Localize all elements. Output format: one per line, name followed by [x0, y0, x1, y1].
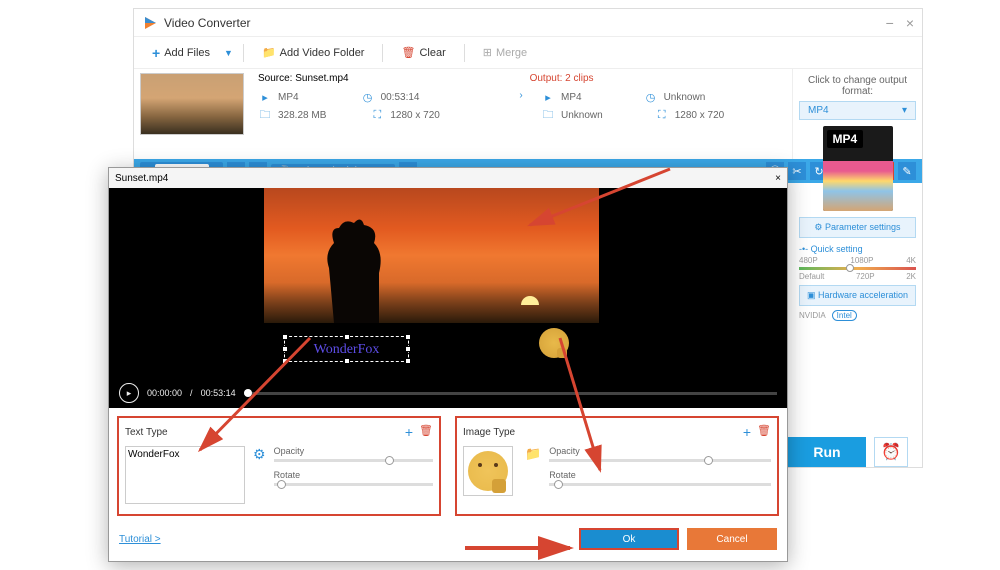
- quick-setting-label: -•- Quick setting: [799, 244, 916, 254]
- playback-controls: ▸ 00:00:00 / 00:53:14: [109, 378, 787, 408]
- nvidia-label: NVIDIA: [799, 311, 826, 320]
- separator-icon: ›: [511, 90, 531, 126]
- output-panel: Click to change output format: MP4▾ MP4 …: [792, 69, 922, 159]
- dropdown-arrow-icon[interactable]: ▼: [224, 48, 233, 58]
- hardware-accel-button[interactable]: ▣ Hardware acceleration: [799, 285, 916, 306]
- delete-text-button[interactable]: 🗑: [419, 424, 433, 440]
- text-type-label: Text Type: [125, 427, 168, 438]
- image-type-label: Image Type: [463, 427, 515, 438]
- merge-button[interactable]: ⊞Merge: [475, 42, 535, 63]
- output-duration: Unknown: [664, 92, 706, 103]
- rotate-label: Rotate: [274, 470, 301, 480]
- add-image-button[interactable]: +: [743, 424, 751, 440]
- text-settings-icon[interactable]: ⚙: [253, 446, 266, 504]
- cut-button[interactable]: ✂: [788, 162, 806, 180]
- play-button[interactable]: ▸: [119, 383, 139, 403]
- image-opacity-slider[interactable]: [549, 459, 771, 462]
- browse-image-button[interactable]: 📁: [525, 446, 541, 496]
- tutorial-link[interactable]: Tutorial >: [119, 534, 161, 545]
- output-size: Unknown: [561, 110, 603, 121]
- main-toolbar: +Add Files ▼ 📁Add Video Folder 🗑Clear ⊞M…: [134, 37, 922, 69]
- image-thumbnail[interactable]: [463, 446, 513, 496]
- file-row: Source: Sunset.mp4 Output: 2 clips ▸ MP4 ◷…: [134, 69, 922, 159]
- format-icon: ▸: [541, 90, 555, 104]
- rotate-label: Rotate: [549, 470, 576, 480]
- plus-icon: +: [152, 45, 160, 61]
- time-current: 00:00:00: [147, 388, 182, 398]
- folder-icon: 📁: [262, 46, 276, 59]
- opacity-label: Opacity: [549, 446, 580, 456]
- resolution-icon: ⛶: [370, 108, 384, 122]
- watermark-text-input[interactable]: [125, 446, 245, 504]
- text-type-panel: Text Type + 🗑 ⚙ Opacity Rotate: [117, 416, 441, 516]
- clear-button[interactable]: 🗑Clear: [393, 42, 453, 63]
- image-watermark-preview[interactable]: [539, 328, 569, 358]
- ok-button[interactable]: Ok: [579, 528, 679, 550]
- text-watermark-box[interactable]: WonderFox: [284, 336, 409, 362]
- size-icon: 🗀: [258, 108, 272, 122]
- settings-icon: ⚙: [814, 222, 822, 232]
- close-button[interactable]: ×: [906, 15, 914, 31]
- source-resolution: 1280 x 720: [390, 110, 440, 121]
- run-button[interactable]: Run: [788, 437, 866, 467]
- size-icon: 🗀: [541, 108, 555, 122]
- timeline-slider[interactable]: [244, 392, 777, 395]
- title-bar: Video Converter − ×: [134, 9, 922, 37]
- add-text-button[interactable]: +: [405, 424, 413, 440]
- text-opacity-slider[interactable]: [274, 459, 433, 462]
- output-resolution: 1280 x 720: [675, 110, 725, 121]
- format-badge: MP4: [827, 130, 864, 148]
- clock-icon: ◷: [644, 90, 658, 104]
- source-size: 328.28 MB: [278, 110, 326, 121]
- add-folder-button[interactable]: 📁Add Video Folder: [254, 42, 373, 63]
- format-icon: ▸: [258, 90, 272, 104]
- format-selector[interactable]: MP4▾: [799, 101, 916, 120]
- parameter-settings-button[interactable]: ⚙ Parameter settings: [799, 217, 916, 238]
- chip-icon: ▣: [807, 290, 816, 300]
- app-title: Video Converter: [164, 16, 886, 30]
- source-format: MP4: [278, 92, 299, 103]
- silhouette: [309, 203, 399, 323]
- video-preview: WonderFox ▸ 00:00:00 / 00:53:14: [109, 188, 787, 408]
- sun: [521, 296, 539, 305]
- output-format: MP4: [561, 92, 582, 103]
- cancel-button[interactable]: Cancel: [687, 528, 777, 550]
- dialog-title-bar: Sunset.mp4 ×: [109, 168, 787, 188]
- quality-slider[interactable]: [799, 267, 916, 270]
- intel-badge: Intel: [832, 310, 857, 321]
- clock-icon: ◷: [361, 90, 375, 104]
- resolution-icon: ⛶: [655, 108, 669, 122]
- format-preview[interactable]: MP4: [823, 126, 893, 211]
- output-label: Output: 2 clips: [530, 73, 594, 84]
- minimize-button[interactable]: −: [886, 15, 894, 31]
- opacity-label: Opacity: [274, 446, 305, 456]
- trash-icon: 🗑: [401, 46, 415, 59]
- video-thumbnail[interactable]: [140, 73, 244, 135]
- dialog-title: Sunset.mp4: [115, 173, 168, 184]
- text-rotate-slider[interactable]: [274, 483, 433, 486]
- time-total: 00:53:14: [201, 388, 236, 398]
- format-hint: Click to change output format:: [799, 75, 916, 97]
- image-rotate-slider[interactable]: [549, 483, 771, 486]
- dropdown-arrow-icon: ▾: [902, 105, 907, 116]
- source-duration: 00:53:14: [381, 92, 420, 103]
- merge-icon: ⊞: [483, 46, 492, 59]
- delete-image-button[interactable]: 🗑: [757, 424, 771, 440]
- dialog-close-button[interactable]: ×: [775, 173, 781, 184]
- schedule-button[interactable]: ⏰: [874, 437, 908, 467]
- image-type-panel: Image Type + 🗑 📁 Opacity Rotate: [455, 416, 779, 516]
- add-files-button[interactable]: +Add Files: [144, 41, 218, 65]
- watermark-dialog: Sunset.mp4 × WonderFox ▸ 00:00:00 / 00:5…: [108, 167, 788, 562]
- app-logo-icon: [142, 15, 158, 31]
- edit-button[interactable]: ✎: [898, 162, 916, 180]
- source-label: Source: Sunset.mp4: [258, 73, 349, 84]
- alarm-icon: ⏰: [881, 442, 901, 462]
